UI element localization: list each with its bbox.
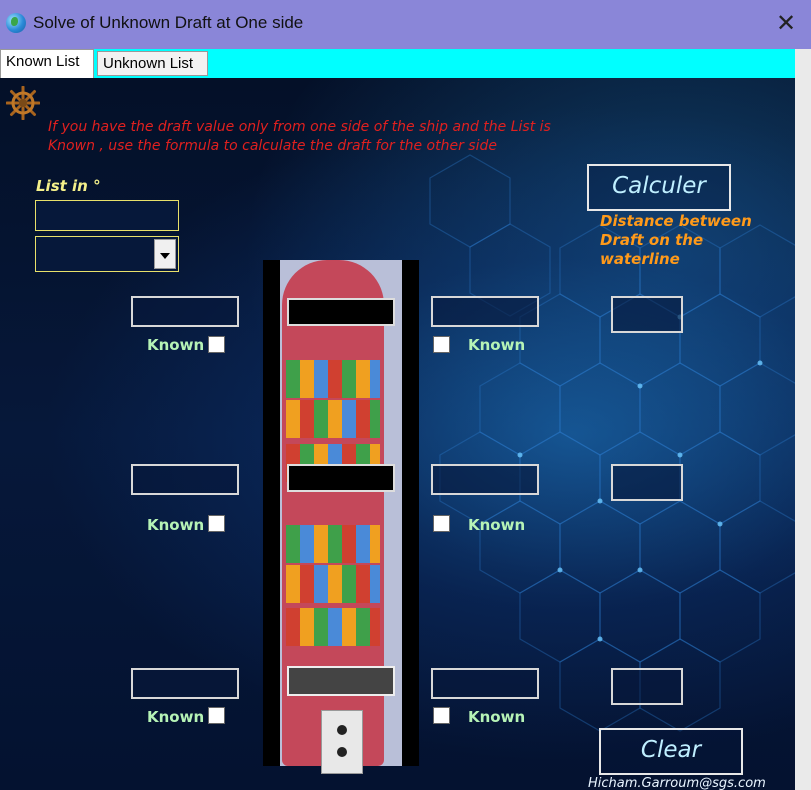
distance-label: Distance between Draft on the waterline [600,212,770,269]
starboard-draft-midship-input[interactable] [431,464,539,495]
ship-diagram [263,260,419,774]
known-checkbox-port-midship[interactable] [208,515,225,532]
known-label: Known [468,708,526,726]
port-draft-forward-input[interactable] [131,296,239,327]
vertical-scrollbar[interactable] [795,49,811,790]
ship-bow-marker [287,298,395,326]
starboard-draft-aft-input[interactable] [431,668,539,699]
chevron-down-icon[interactable] [154,239,176,269]
known-checkbox-port-aft[interactable] [208,707,225,724]
tab-unknown-list[interactable]: Unknown List [97,51,208,76]
list-input[interactable] [35,200,179,231]
title-bar: Solve of Unknown Draft at One side ✕ [0,0,811,49]
calculer-button[interactable]: Calculer [587,164,731,211]
known-label: Known [147,708,205,726]
tab-known-list[interactable]: Known List [0,49,94,78]
main-panel: If you have the draft value only from on… [0,78,795,790]
known-checkbox-port-forward[interactable] [208,336,225,353]
known-checkbox-starboard-midship[interactable] [433,515,450,532]
close-icon[interactable]: ✕ [772,8,800,38]
ship-bridge [321,710,363,774]
ship-midship-marker [287,464,395,492]
port-draft-midship-input[interactable] [131,464,239,495]
known-label: Known [468,516,526,534]
ship-stern-marker [287,666,395,696]
port-draft-aft-input[interactable] [131,668,239,699]
known-label: Known [468,336,526,354]
distance-aft-input[interactable] [611,668,683,705]
info-text-line-2: Known , use the formula to calculate the… [48,138,497,154]
distance-label-line-2: Draft on the [600,231,704,249]
distance-label-line-3: waterline [600,250,680,268]
distance-forward-input[interactable] [611,296,683,333]
tab-strip: Known List Unknown List [0,49,795,78]
info-text: If you have the draft value only from on… [48,118,588,156]
distance-midship-input[interactable] [611,464,683,501]
clear-button[interactable]: Clear [599,728,743,775]
ship-wheel-icon [6,86,40,120]
known-checkbox-starboard-aft[interactable] [433,707,450,724]
starboard-draft-forward-input[interactable] [431,296,539,327]
list-label: List in ° [36,177,101,195]
author-email: Hicham.Garroum@sgs.com [588,776,766,790]
window-title: Solve of Unknown Draft at One side [33,13,304,32]
porthole [337,725,347,735]
known-label: Known [147,336,205,354]
distance-label-line-1: Distance between [600,212,752,230]
info-text-line-1: If you have the draft value only from on… [48,119,551,135]
list-dropdown[interactable] [35,236,179,272]
known-checkbox-starboard-forward[interactable] [433,336,450,353]
globe-icon [6,13,26,33]
known-label: Known [147,516,205,534]
porthole [337,747,347,757]
